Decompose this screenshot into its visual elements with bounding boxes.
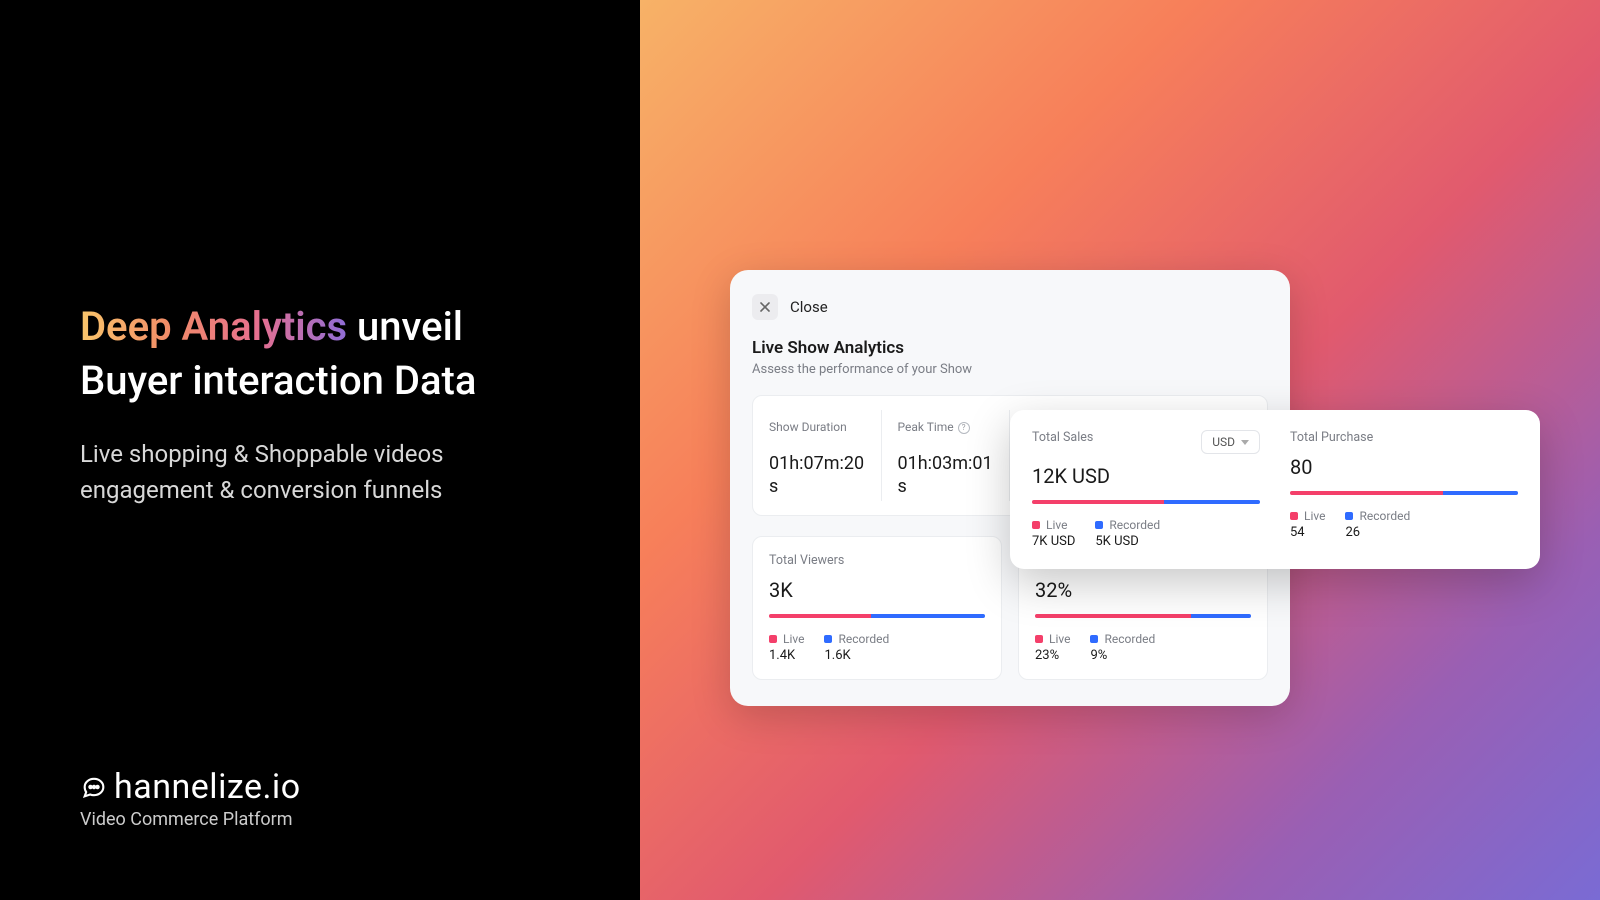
brand-text: hannelize.io [114,767,301,807]
stat-value: 12K USD [1032,464,1260,488]
stat-label: Total Purchase [1290,430,1373,445]
stat-label: Total Viewers [769,553,844,568]
recorded-swatch-icon [1090,635,1098,643]
bar-recorded-segment [871,614,985,618]
progress-bar [769,614,985,618]
metric-show-duration: Show Duration 01h:07m:20s [753,410,882,501]
stat-value: 32% [1035,578,1251,602]
card-total-viewers: Total Viewers 3K Live1.4K Recorded1.6K [752,536,1002,680]
panel-subtitle: Assess the performance of your Show [752,362,1268,377]
card-total-purchase: Total Purchase 80 Live54 Recorded26 [1290,430,1518,549]
bar-recorded-segment [1443,491,1518,495]
bar-live-segment [1290,491,1443,495]
headline: Deep Analytics unveil Buyer interaction … [80,300,560,408]
bar-live-segment [1035,614,1191,618]
currency-select[interactable]: USD [1201,430,1260,454]
floating-summary-card: Total Sales USD 12K USD Live7K USD Recor… [1010,410,1540,569]
chat-bubble-icon [80,773,108,801]
close-icon [759,301,771,313]
stat-value: 80 [1290,455,1518,479]
info-icon[interactable]: ? [958,422,970,434]
hero-panel: Deep Analytics unveil Buyer interaction … [0,0,640,900]
headline-rest: unveil [347,303,463,350]
bar-recorded-segment [1191,614,1251,618]
close-label: Close [790,298,828,316]
progress-bar [1032,500,1260,504]
headline-line2: Buyer interaction Data [80,357,476,404]
legend: Live23% Recorded9% [1035,632,1251,663]
legend: Live7K USD Recorded5K USD [1032,518,1260,549]
headline-accent: Deep Analytics [80,303,347,350]
brand-name: hannelize.io [80,767,301,807]
bar-live-segment [1032,500,1164,504]
progress-bar [1035,614,1251,618]
recorded-swatch-icon [1095,521,1103,529]
progress-bar [1290,491,1518,495]
legend: Live1.4K Recorded1.6K [769,632,985,663]
bar-recorded-segment [1164,500,1260,504]
recorded-swatch-icon [824,635,832,643]
chevron-down-icon [1241,440,1249,445]
card-total-sales: Total Sales USD 12K USD Live7K USD Recor… [1032,430,1260,549]
legend: Live54 Recorded26 [1290,509,1518,540]
stat-value: 3K [769,578,985,602]
subheadline: Live shopping & Shoppable videos engagem… [80,436,560,508]
live-swatch-icon [1035,635,1043,643]
panel-title: Live Show Analytics [752,338,1268,358]
live-swatch-icon [769,635,777,643]
live-swatch-icon [1290,512,1298,520]
bar-live-segment [769,614,871,618]
close-button[interactable] [752,294,778,320]
stat-label: Total Sales [1032,430,1093,445]
live-swatch-icon [1032,521,1040,529]
brand-tagline: Video Commerce Platform [80,809,301,830]
gradient-panel: Close Live Show Analytics Assess the per… [640,0,1600,900]
recorded-swatch-icon [1345,512,1353,520]
brand-block: hannelize.io Video Commerce Platform [80,767,301,830]
metric-peak-time: Peak Time ? 01h:03m:01s [882,410,1011,501]
